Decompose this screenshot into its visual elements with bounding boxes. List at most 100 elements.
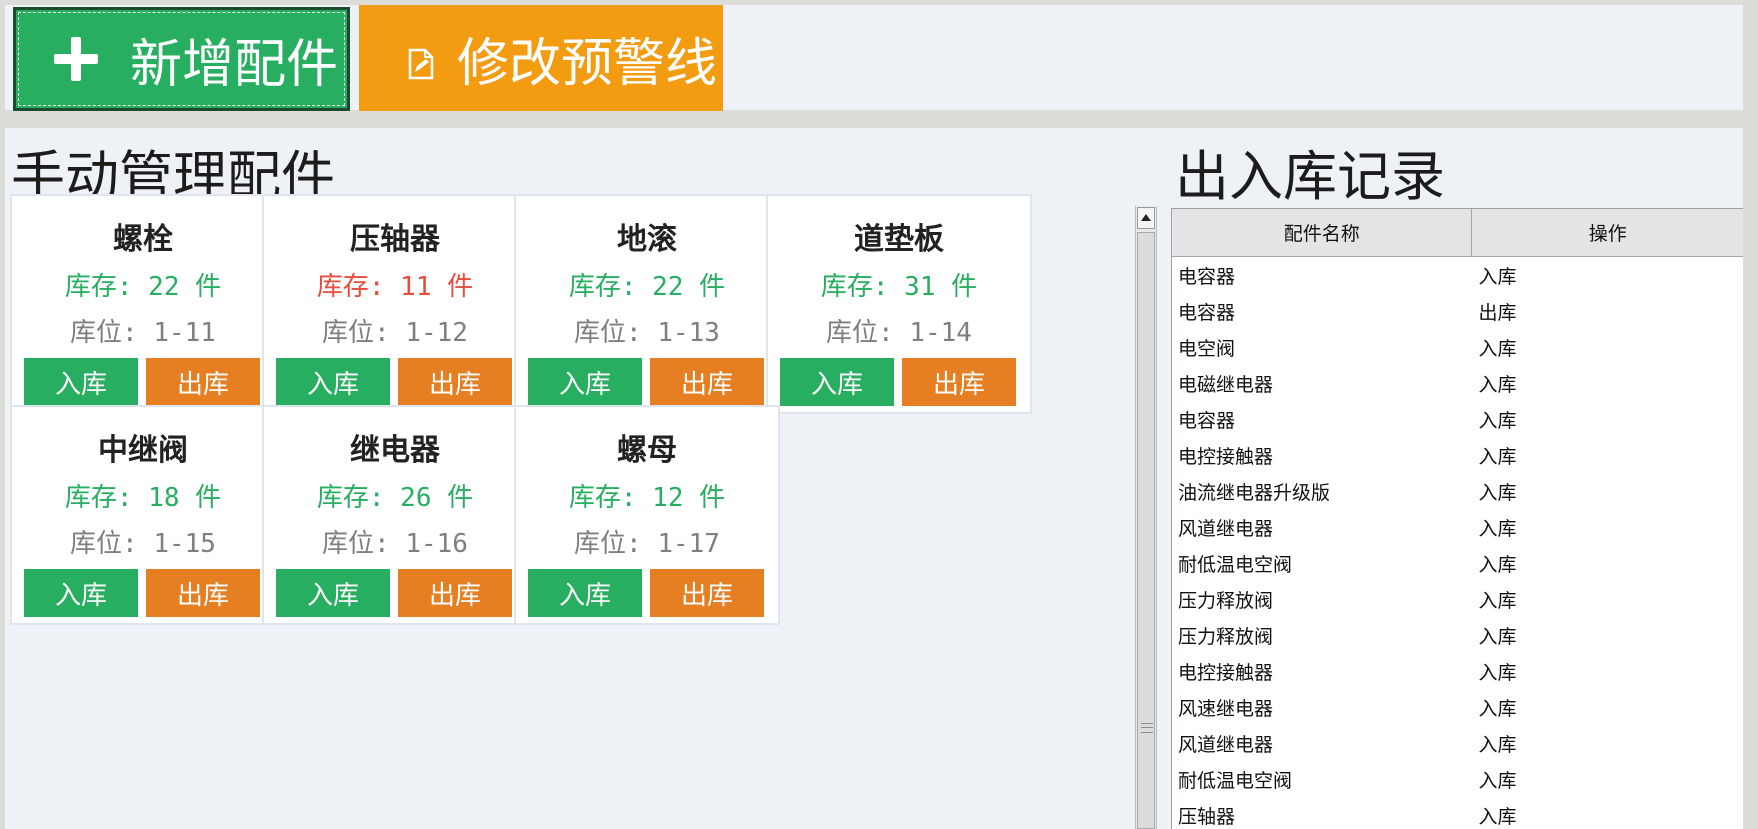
stock-out-button[interactable]: 出库 [398, 569, 512, 617]
records-table: 配件名称 操作 电容器 入库 电容器 出库 电空阀 入库 电磁继电器 入库 电容器 入库 电控接触器… [1171, 208, 1743, 829]
edit-warning-line-button[interactable]: 修改预警线 [359, 5, 723, 111]
part-stock: 库存: 12 件 [568, 483, 726, 513]
cell-operation: 出库 [1478, 301, 1517, 324]
part-location: 库位: 1-13 [574, 318, 720, 348]
table-row[interactable]: 电控接触器 入库 [1172, 437, 1743, 473]
table-row[interactable]: 耐低温电空阀 入库 [1172, 761, 1743, 797]
table-row[interactable]: 电空阀 入库 [1172, 329, 1743, 365]
part-name: 螺母 [617, 433, 677, 468]
add-part-button[interactable]: 新增配件 [13, 7, 350, 111]
cell-part-name: 电容器 [1178, 301, 1236, 324]
cell-operation: 入库 [1478, 661, 1517, 684]
cell-operation: 入库 [1478, 517, 1517, 540]
stock-in-button[interactable]: 入库 [276, 569, 390, 617]
part-name: 中继阀 [98, 433, 188, 468]
stock-out-button[interactable]: 出库 [398, 358, 512, 406]
table-row[interactable]: 电容器 入库 [1172, 401, 1743, 437]
table-row[interactable]: 风道继电器 入库 [1172, 509, 1743, 545]
scrollbar-grip-icon [1141, 723, 1153, 733]
part-location: 库位: 1-16 [322, 529, 468, 559]
cell-part-name: 电控接触器 [1178, 661, 1274, 684]
part-location: 库位: 1-15 [70, 529, 216, 559]
part-stock: 库存: 22 件 [64, 272, 222, 302]
scroll-up-arrow-icon[interactable] [1137, 207, 1155, 229]
records-table-header: 配件名称 操作 [1172, 209, 1743, 257]
cell-part-name: 耐低温电空阀 [1178, 553, 1293, 576]
cell-part-name: 电容器 [1178, 265, 1236, 288]
cell-part-name: 风道继电器 [1178, 517, 1274, 540]
records-table-body: 电容器 入库 电容器 出库 电空阀 入库 电磁继电器 入库 电容器 入库 电控接触器 入库 油流继电器升… [1172, 257, 1743, 829]
table-row[interactable]: 风道继电器 入库 [1172, 725, 1743, 761]
edit-document-icon [408, 48, 434, 80]
cell-part-name: 电容器 [1178, 409, 1236, 432]
table-row[interactable]: 风速继电器 入库 [1172, 689, 1743, 725]
part-name: 压轴器 [350, 222, 440, 257]
records-title: 出入库记录 [1175, 145, 1445, 208]
cell-part-name: 压轴器 [1178, 805, 1236, 828]
stock-in-button[interactable]: 入库 [24, 358, 138, 406]
cell-operation: 入库 [1478, 481, 1517, 504]
part-location: 库位: 1-11 [70, 318, 216, 348]
part-location: 库位: 1-14 [826, 318, 972, 348]
stock-in-button[interactable]: 入库 [276, 358, 390, 406]
part-card: 道垫板库存: 31 件库位: 1-14 入库 出库 [766, 194, 1032, 414]
inventory-app: 新增配件 修改预警线 手动管理配件 出入库记录 螺栓 库存: 22 件库位: 1-… [0, 0, 1758, 829]
cell-operation: 入库 [1478, 697, 1517, 720]
stock-in-button[interactable]: 入库 [528, 569, 642, 617]
part-location: 库位: 1-17 [574, 529, 720, 559]
cell-part-name: 压力释放阀 [1178, 589, 1274, 612]
stock-in-button[interactable]: 入库 [24, 569, 138, 617]
cell-operation: 入库 [1478, 445, 1517, 468]
part-stock: 库存: 11 件 [316, 272, 474, 302]
table-row[interactable]: 油流继电器升级版 入库 [1172, 473, 1743, 509]
table-row[interactable]: 电容器 入库 [1172, 257, 1743, 293]
part-name: 螺栓 [113, 222, 173, 257]
table-row[interactable]: 压力释放阀 入库 [1172, 581, 1743, 617]
table-row[interactable]: 电磁继电器 入库 [1172, 365, 1743, 401]
vertical-scrollbar[interactable] [1135, 206, 1157, 829]
add-part-label: 新增配件 [130, 34, 339, 95]
cell-operation: 入库 [1478, 553, 1517, 576]
stock-in-button[interactable]: 入库 [528, 358, 642, 406]
cell-part-name: 电控接触器 [1178, 445, 1274, 468]
stock-in-button[interactable]: 入库 [780, 358, 894, 406]
part-stock: 库存: 18 件 [64, 483, 222, 513]
main-area: 手动管理配件 出入库记录 螺栓 库存: 22 件库位: 1-11 入库 出库 压轴器 库存… [5, 128, 1743, 829]
plus-icon [54, 37, 98, 81]
cell-part-name: 电空阀 [1178, 337, 1236, 360]
stock-out-button[interactable]: 出库 [146, 358, 260, 406]
cell-operation: 入库 [1478, 265, 1517, 288]
cell-part-name: 压力释放阀 [1178, 625, 1274, 648]
table-row[interactable]: 电容器 出库 [1172, 293, 1743, 329]
part-card: 螺母库存: 12 件库位: 1-17 入库 出库 [514, 405, 780, 625]
table-row[interactable]: 压力释放阀 入库 [1172, 617, 1743, 653]
table-row[interactable]: 压轴器 入库 [1172, 797, 1743, 829]
edit-warning-line-label: 修改预警线 [457, 33, 718, 94]
cell-operation: 入库 [1478, 769, 1517, 792]
stock-out-button[interactable]: 出库 [650, 358, 764, 406]
table-row[interactable]: 耐低温电空阀 入库 [1172, 545, 1743, 581]
stock-out-button[interactable]: 出库 [146, 569, 260, 617]
part-name: 地滚 [617, 222, 677, 257]
column-header-part-name[interactable]: 配件名称 [1172, 209, 1473, 257]
cell-operation: 入库 [1478, 805, 1517, 828]
cell-part-name: 油流继电器升级版 [1178, 481, 1331, 504]
cell-part-name: 电磁继电器 [1178, 373, 1274, 396]
stock-out-button[interactable]: 出库 [902, 358, 1016, 406]
scrollbar-thumb[interactable] [1137, 232, 1155, 829]
cell-operation: 入库 [1478, 589, 1517, 612]
part-stock: 库存: 26 件 [316, 483, 474, 513]
cell-operation: 入库 [1478, 409, 1517, 432]
cell-operation: 入库 [1478, 625, 1517, 648]
part-stock: 库存: 31 件 [820, 272, 978, 302]
cell-operation: 入库 [1478, 373, 1517, 396]
cell-operation: 入库 [1478, 337, 1517, 360]
part-card: 继电器 库存: 26 件库位: 1-16 入库 出库 [262, 405, 528, 625]
toolbar: 新增配件 修改预警线 [5, 5, 1743, 111]
part-card: 压轴器 库存: 11 件库位: 1-12 入库 出库 [262, 194, 528, 414]
cell-part-name: 耐低温电空阀 [1178, 769, 1293, 792]
table-row[interactable]: 电控接触器 入库 [1172, 653, 1743, 689]
stock-out-button[interactable]: 出库 [650, 569, 764, 617]
part-name: 道垫板 [854, 222, 944, 257]
column-header-operation[interactable]: 操作 [1472, 209, 1743, 257]
